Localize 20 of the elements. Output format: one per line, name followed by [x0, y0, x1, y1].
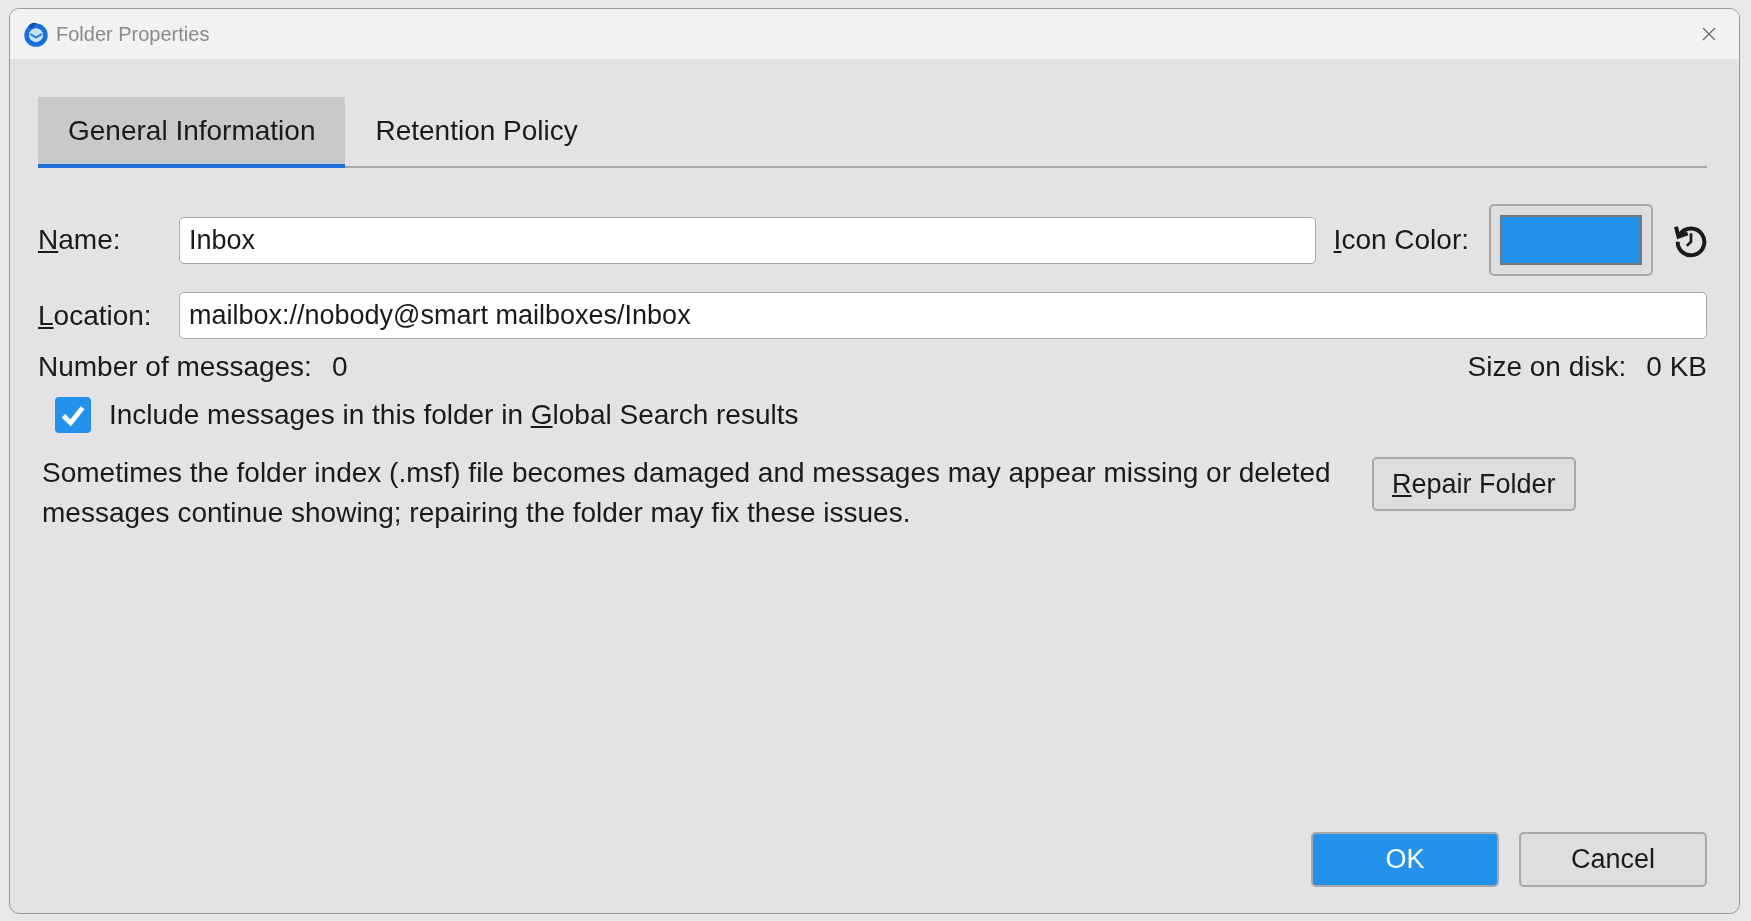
checkbox[interactable] [55, 397, 91, 433]
name-label: Name: [38, 224, 122, 256]
repair-folder-button[interactable]: Repair Folder [1372, 457, 1576, 511]
tab[interactable]: Retention Policy [345, 97, 608, 168]
color-picker-button[interactable] [1489, 204, 1653, 276]
location-field[interactable]: mailbox://nobody@smart mailboxes/Inbox [179, 292, 1707, 339]
message-count-label: Number of messages: [38, 351, 312, 383]
size-on-disk-label: Size on disk: [1467, 351, 1627, 383]
size-on-disk-value: 0 KB [1646, 351, 1707, 383]
name-field[interactable]: Inbox [179, 216, 1316, 264]
checkbox-label: Include messages in this folder in Global Search results [109, 399, 799, 431]
location-label: Location: [38, 299, 153, 332]
bird-logo-icon [22, 20, 50, 48]
cancel-button[interactable]: Cancel [1519, 832, 1707, 887]
icon-color-label: Icon Color: [1333, 224, 1469, 256]
close-icon[interactable] [1701, 26, 1717, 42]
window-title: Folder Properties [56, 22, 210, 46]
repair-description: Sometimes the folder index (.msf) file becomes damaged and messages may appear missing or deleted messages continue showing; repairing the folder may fix these issues. [42, 456, 1332, 530]
message-count-value: 0 [331, 351, 348, 383]
tab[interactable]: General Information [38, 97, 346, 168]
